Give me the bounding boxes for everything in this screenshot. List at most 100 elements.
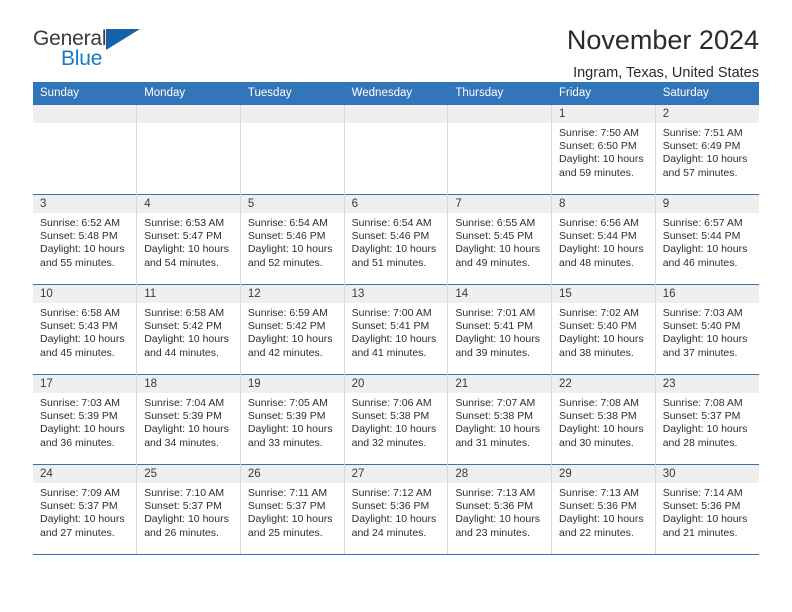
day-sun-info: Sunrise: 6:57 AM Sunset: 5:44 PM Daylight:… [656,213,759,270]
day-sun-info: Sunrise: 7:05 AM Sunset: 5:39 PM Daylight:… [241,393,343,450]
daylight-duration-line2: and 59 minutes. [559,166,634,179]
day-number [137,105,240,123]
calendar-day-cell[interactable]: 1 Sunrise: 7:50 AM Sunset: 6:50 PM Daylight… [551,104,656,195]
daylight-duration-line1: Daylight: 10 hours [40,333,125,346]
day-number: 19 [240,375,344,393]
calendar-day-cell[interactable]: 2 Sunrise: 7:51 AM Sunset: 6:49 PM Daylight… [655,104,759,195]
daylight-duration-line2: and 21 minutes. [662,526,738,539]
day-number: 15 [552,285,655,303]
daylight-duration-line1: Daylight: 10 hours [40,243,125,256]
calendar-day-cell[interactable]: 20 Sunrise: 7:06 AM Sunset: 5:38 PM Dayligh… [344,374,449,465]
sunrise-time: Sunrise: 7:09 AM [40,487,120,499]
calendar-day-cell[interactable]: 24 Sunrise: 7:09 AM Sunset: 5:37 PM Dayligh… [33,464,138,555]
day-number: 29 [552,465,655,483]
sunrise-time: Sunrise: 7:02 AM [559,307,639,319]
weekday-header-tuesday: Tuesday [240,82,345,105]
calendar-day-cell[interactable]: 18 Sunrise: 7:04 AM Sunset: 5:39 PM Dayligh… [136,374,241,465]
daylight-duration-line1: Daylight: 10 hours [455,243,540,256]
sunrise-time: Sunrise: 7:11 AM [247,487,328,499]
calendar-day-cell[interactable]: 5 Sunrise: 6:54 AM Sunset: 5:46 PM Daylight… [240,194,345,285]
calendar-day-cell[interactable]: 17 Sunrise: 7:03 AM Sunset: 5:39 PM Dayligh… [33,374,138,465]
sunrise-time: Sunrise: 7:08 AM [559,397,639,409]
daylight-duration-line2: and 25 minutes. [247,526,323,539]
calendar-day-cell[interactable]: 15 Sunrise: 7:02 AM Sunset: 5:40 PM Dayligh… [551,284,656,375]
day-number: 30 [655,465,759,483]
daylight-duration-line1: Daylight: 10 hours [247,333,333,346]
day-sun-info: Sunrise: 7:03 AM Sunset: 5:40 PM Daylight:… [656,303,759,360]
day-sun-info: Sunrise: 7:00 AM Sunset: 5:41 PM Daylight:… [345,303,447,360]
calendar-day-cell[interactable]: 12 Sunrise: 6:59 AM Sunset: 5:42 PM Dayligh… [240,284,345,375]
sunset-time: Sunset: 5:48 PM [40,230,118,243]
daylight-duration-line2: and 55 minutes. [40,256,115,269]
calendar-day-cell[interactable]: 28 Sunrise: 7:13 AM Sunset: 5:36 PM Dayligh… [447,464,553,555]
calendar-day-cell[interactable]: 30 Sunrise: 7:14 AM Sunset: 5:36 PM Dayligh… [655,464,759,555]
calendar-day-cell[interactable]: 21 Sunrise: 7:07 AM Sunset: 5:38 PM Dayligh… [447,374,553,465]
sunrise-time: Sunrise: 7:00 AM [351,307,432,319]
day-sun-info: Sunrise: 6:58 AM Sunset: 5:43 PM Daylight:… [33,303,136,360]
daylight-duration-line2: and 57 minutes. [662,166,738,179]
sunset-time: Sunset: 5:47 PM [144,230,222,243]
daylight-duration-line1: Daylight: 10 hours [662,333,748,346]
day-number: 23 [655,375,759,393]
calendar-day-cell[interactable]: 4 Sunrise: 6:53 AM Sunset: 5:47 PM Daylight… [136,194,241,285]
calendar-day-cell[interactable]: 11 Sunrise: 6:58 AM Sunset: 5:42 PM Dayligh… [136,284,241,375]
sunrise-time: Sunrise: 7:06 AM [351,397,432,409]
daylight-duration-line1: Daylight: 10 hours [144,333,229,346]
daylight-duration-line2: and 28 minutes. [662,436,738,449]
calendar-header-row: Sunday Monday Tuesday Wednesday Thursday… [33,82,760,105]
calendar-day-cell[interactable]: 3 Sunrise: 6:52 AM Sunset: 5:48 PM Daylight… [33,194,138,285]
sunset-time: Sunset: 5:38 PM [351,410,430,423]
calendar-day-cell[interactable]: 26 Sunrise: 7:11 AM Sunset: 5:37 PM Dayligh… [240,464,345,555]
daylight-duration-line1: Daylight: 10 hours [559,513,644,526]
daylight-duration-line2: and 34 minutes. [144,436,219,449]
calendar-day-cell[interactable]: 23 Sunrise: 7:08 AM Sunset: 5:37 PM Dayligh… [655,374,759,465]
sunrise-time: Sunrise: 6:58 AM [40,307,120,319]
daylight-duration-line1: Daylight: 10 hours [662,153,748,166]
calendar-week-row: 10 Sunrise: 6:58 AM Sunset: 5:43 PM Dayligh… [33,284,759,375]
calendar-day-cell[interactable]: 10 Sunrise: 6:58 AM Sunset: 5:43 PM Dayligh… [33,284,138,375]
calendar-day-cell[interactable]: 9 Sunrise: 6:57 AM Sunset: 5:44 PM Daylight… [655,194,759,285]
daylight-duration-line2: and 45 minutes. [40,346,115,359]
day-sun-info: Sunrise: 6:52 AM Sunset: 5:48 PM Daylight:… [33,213,136,270]
day-number: 5 [240,195,344,213]
calendar-day-cell[interactable]: 7 Sunrise: 6:55 AM Sunset: 5:45 PM Daylight… [447,194,553,285]
calendar-day-cell[interactable]: 13 Sunrise: 7:00 AM Sunset: 5:41 PM Dayligh… [344,284,449,375]
title-block: November 2024 Ingram, Texas, United Stat… [567,26,759,82]
sunset-time: Sunset: 5:43 PM [40,320,118,333]
sunset-time: Sunset: 5:46 PM [247,230,326,243]
calendar-day-cell[interactable]: 22 Sunrise: 7:08 AM Sunset: 5:38 PM Dayligh… [551,374,656,465]
sunrise-time: Sunrise: 6:54 AM [247,217,328,229]
sunrise-time: Sunrise: 7:12 AM [351,487,432,499]
calendar-day-cell[interactable]: 16 Sunrise: 7:03 AM Sunset: 5:40 PM Dayligh… [655,284,759,375]
sunset-time: Sunset: 5:39 PM [40,410,118,423]
general-blue-logo[interactable]: General Blue [33,26,145,74]
daylight-duration-line1: Daylight: 10 hours [144,243,229,256]
daylight-duration-line2: and 36 minutes. [40,436,115,449]
day-sun-info: Sunrise: 7:06 AM Sunset: 5:38 PM Daylight:… [345,393,447,450]
calendar-day-cell[interactable]: 14 Sunrise: 7:01 AM Sunset: 5:41 PM Dayligh… [447,284,553,375]
calendar-day-cell[interactable]: 27 Sunrise: 7:12 AM Sunset: 5:36 PM Dayligh… [344,464,449,555]
calendar-week-row: 17 Sunrise: 7:03 AM Sunset: 5:39 PM Dayligh… [33,374,759,465]
daylight-duration-line2: and 49 minutes. [455,256,531,269]
sunset-time: Sunset: 5:37 PM [40,500,118,513]
logo-text-blue: Blue [61,47,103,70]
daylight-duration-line2: and 41 minutes. [351,346,427,359]
day-sun-info: Sunrise: 6:54 AM Sunset: 5:46 PM Daylight:… [345,213,447,270]
sunset-time: Sunset: 5:36 PM [559,500,637,513]
sunset-time: Sunset: 5:42 PM [144,320,222,333]
day-number: 27 [344,465,447,483]
daylight-duration-line1: Daylight: 10 hours [40,513,125,526]
calendar-day-cell[interactable]: 8 Sunrise: 6:56 AM Sunset: 5:44 PM Daylight… [551,194,656,285]
sunset-time: Sunset: 5:38 PM [559,410,637,423]
calendar-day-cell[interactable]: 6 Sunrise: 6:54 AM Sunset: 5:46 PM Daylight… [344,194,449,285]
sunset-time: Sunset: 5:42 PM [247,320,326,333]
daylight-duration-line1: Daylight: 10 hours [40,423,125,436]
day-number: 26 [240,465,344,483]
day-sun-info: Sunrise: 7:12 AM Sunset: 5:36 PM Daylight:… [345,483,447,540]
calendar-day-cell[interactable]: 25 Sunrise: 7:10 AM Sunset: 5:37 PM Dayligh… [136,464,241,555]
sunrise-time: Sunrise: 6:55 AM [455,217,536,229]
calendar-day-cell[interactable]: 19 Sunrise: 7:05 AM Sunset: 5:39 PM Dayligh… [240,374,345,465]
day-number [344,105,447,123]
calendar-body: 1 Sunrise: 7:50 AM Sunset: 6:50 PM Daylight… [33,104,759,555]
calendar-day-cell[interactable]: 29 Sunrise: 7:13 AM Sunset: 5:36 PM Dayligh… [551,464,656,555]
